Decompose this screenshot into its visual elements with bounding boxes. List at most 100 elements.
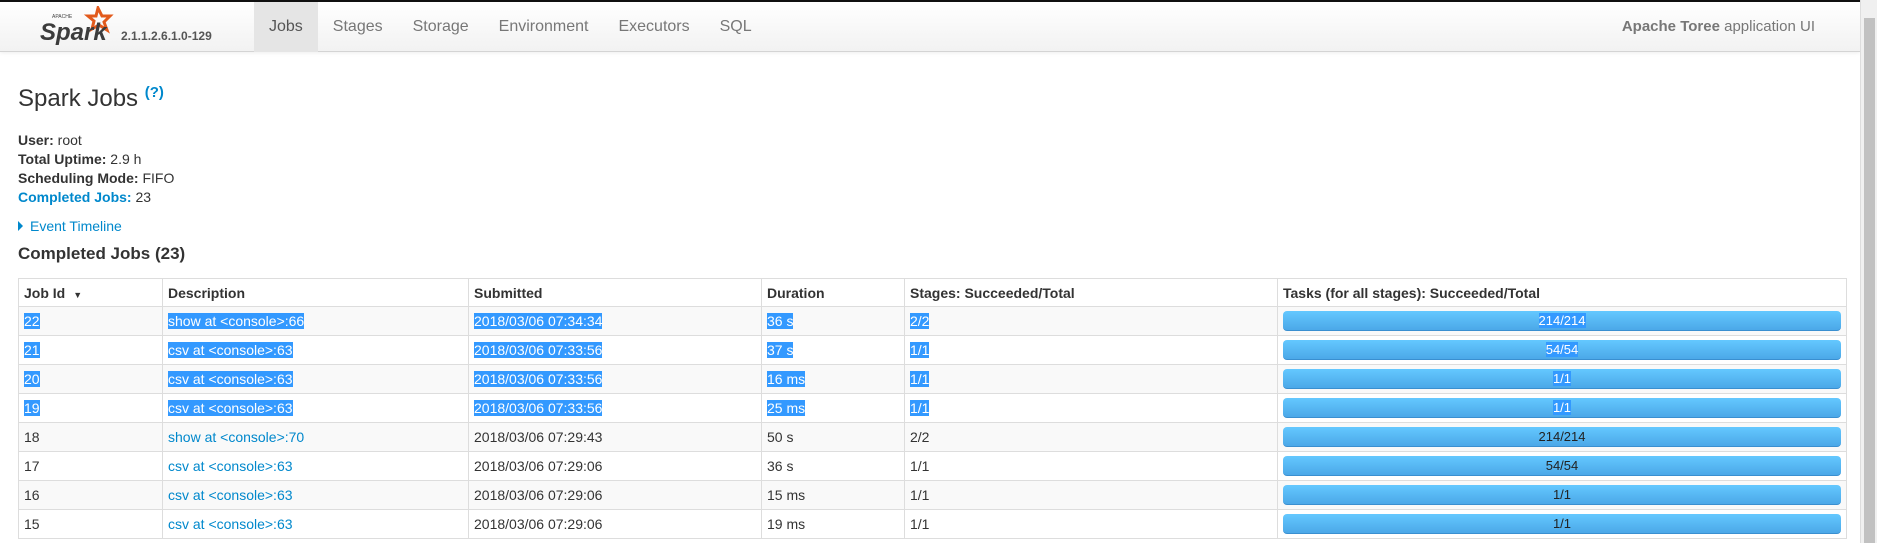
column-header[interactable]: Stages: Succeeded/Total [904,278,1278,307]
column-header[interactable]: Description [162,278,469,307]
tab-environment[interactable]: Environment [484,2,604,52]
tasks-text: 214/214 [1538,429,1586,444]
value: FIFO [138,170,175,186]
column-header[interactable]: Submitted [468,278,762,307]
job-duration: 50 s [761,422,905,452]
tab-jobs[interactable]: Jobs [254,2,318,52]
column-header-label: Tasks (for all stages): Succeeded/Total [1283,284,1541,301]
job-tasks: 54/54 [1277,335,1847,365]
duration-text: 36 s [767,313,794,329]
job-duration: 15 ms [761,480,905,510]
table-row: 21 csv at <console>:63 2018/03/06 07:33:56… [18,335,1847,365]
tasks-text: 1/1 [1552,516,1572,531]
tasks-text: 1/1 [1552,400,1572,415]
app-name-suffix: application UI [1719,18,1815,35]
event-timeline-toggle[interactable]: Event Timeline [18,218,185,234]
tasks-progress-bar: 1/1 [1283,485,1841,505]
tab-executors[interactable]: Executors [603,2,704,52]
table-row: 16 csv at <console>:63 2018/03/06 07:29:06… [18,480,1847,510]
job-duration: 37 s [761,335,905,365]
duration-text: 36 s [767,458,794,474]
vertical-scrollbar[interactable] [1860,0,1877,543]
spark-logo[interactable]: APACHE Spark [38,6,118,46]
submitted-text: 2018/03/06 07:33:56 [474,342,603,358]
tasks-progress-bar: 214/214 [1283,311,1841,331]
help-link[interactable]: (?) [145,84,164,101]
summary-list: User: root Total Uptime: 2.9 h Schedulin… [18,131,185,207]
job-description-link[interactable]: csv at <console>:63 [168,458,293,474]
tab-sql[interactable]: SQL [705,2,767,52]
job-description-link[interactable]: csv at <console>:63 [168,487,293,503]
svg-text:Spark: Spark [40,19,108,46]
job-description-link[interactable]: show at <console>:70 [168,429,304,445]
submitted-text: 2018/03/06 07:33:56 [474,371,603,387]
stages-text: 1/1 [910,516,930,532]
job-id-text: 21 [24,342,40,358]
summary-user: User: root [18,131,185,150]
job-submitted: 2018/03/06 07:29:43 [468,422,762,452]
job-stages: 1/1 [904,509,1278,539]
tab-stages[interactable]: Stages [318,2,398,52]
job-id: 17 [18,451,163,481]
value: 23 [131,189,152,205]
job-submitted: 2018/03/06 07:29:06 [468,480,762,510]
scrollbar-thumb[interactable] [1864,18,1875,543]
summary-completed-jobs: Completed Jobs: 23 [18,188,185,207]
job-submitted: 2018/03/06 07:29:06 [468,509,762,539]
submitted-text: 2018/03/06 07:29:06 [474,458,603,474]
job-description: show at <console>:70 [162,422,469,452]
job-tasks: 214/214 [1277,306,1847,336]
duration-text: 16 ms [767,371,806,387]
job-stages: 1/1 [904,451,1278,481]
section-title: Completed Jobs (23) [18,244,186,263]
tasks-progress-bar: 54/54 [1283,340,1841,360]
tasks-text: 54/54 [1545,458,1579,473]
table-row: 18 show at <console>:70 2018/03/06 07:29:4… [18,422,1847,452]
duration-text: 25 ms [767,400,806,416]
summary-scheduling-mode: Scheduling Mode: FIFO [18,169,185,188]
value: root [53,132,82,148]
column-header-label: Submitted [474,284,543,301]
column-header[interactable]: Tasks (for all stages): Succeeded/Total [1277,278,1847,307]
table-row: 15 csv at <console>:63 2018/03/06 07:29:06… [18,509,1847,539]
job-submitted: 2018/03/06 07:34:34 [468,306,762,336]
job-id: 22 [18,306,163,336]
job-duration: 16 ms [761,364,905,394]
job-description-link[interactable]: csv at <console>:63 [168,516,293,532]
job-description-link[interactable]: csv at <console>:63 [168,342,293,358]
app-name: Apache Toree application UI [1622,2,1815,52]
completed-jobs-link[interactable]: Completed Jobs: [18,189,132,205]
submitted-text: 2018/03/06 07:29:43 [474,429,603,445]
duration-text: 15 ms [767,487,806,503]
column-header-label: Stages: Succeeded/Total [910,284,1075,301]
job-tasks: 1/1 [1277,509,1847,539]
tasks-progress-bar: 1/1 [1283,369,1841,389]
job-description-link[interactable]: csv at <console>:63 [168,400,293,416]
table-row: 19 csv at <console>:63 2018/03/06 07:33:56… [18,393,1847,423]
job-submitted: 2018/03/06 07:29:06 [468,451,762,481]
column-header[interactable]: Duration [761,278,905,307]
duration-text: 37 s [767,342,794,358]
job-description: csv at <console>:63 [162,480,469,510]
tab-storage[interactable]: Storage [398,2,484,52]
stages-text: 1/1 [910,342,930,358]
summary-uptime: Total Uptime: 2.9 h [18,150,185,169]
job-duration: 19 ms [761,509,905,539]
job-duration: 36 s [761,306,905,336]
job-id: 15 [18,509,163,539]
job-description: csv at <console>:63 [162,451,469,481]
label: Scheduling Mode: [18,170,139,186]
submitted-text: 2018/03/06 07:29:06 [474,487,603,503]
column-header[interactable]: Job Id ▼ [18,278,163,307]
job-description-link[interactable]: show at <console>:66 [168,313,305,329]
job-submitted: 2018/03/06 07:33:56 [468,364,762,394]
tasks-text: 1/1 [1552,487,1572,502]
submitted-text: 2018/03/06 07:29:06 [474,516,603,532]
job-description: csv at <console>:63 [162,335,469,365]
job-stages: 1/1 [904,480,1278,510]
completed-jobs-table: Job Id ▼ Description Submitted Duration Stage… [18,278,1847,539]
job-description-link[interactable]: csv at <console>:63 [168,371,293,387]
submitted-text: 2018/03/06 07:34:34 [474,313,603,329]
stages-text: 1/1 [910,400,930,416]
label: Total Uptime: [18,151,107,167]
